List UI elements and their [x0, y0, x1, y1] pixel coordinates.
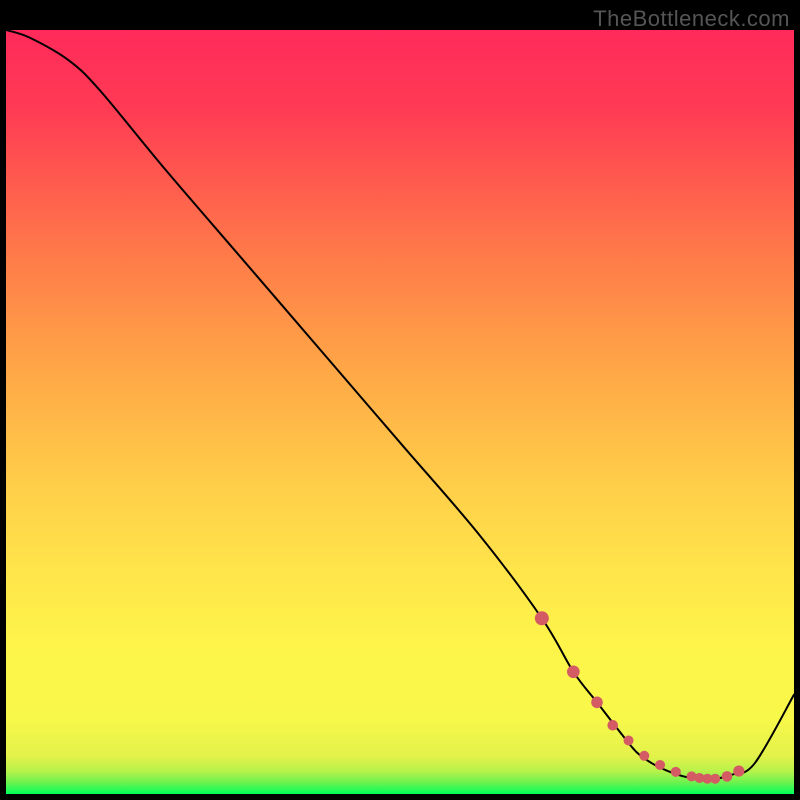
bottleneck-curve — [6, 30, 794, 779]
curve-marker — [624, 736, 634, 746]
curve-marker — [722, 771, 733, 782]
chart-container: TheBottleneck.com — [0, 0, 800, 800]
watermark-text: TheBottleneck.com — [593, 6, 790, 32]
curve-marker — [639, 751, 649, 761]
curve-marker — [655, 760, 665, 770]
curve-marker — [591, 697, 603, 709]
curve-marker — [535, 611, 549, 625]
curve-marker — [710, 774, 720, 784]
curve-markers — [535, 611, 745, 783]
curve-marker — [733, 765, 744, 776]
curve-marker — [607, 720, 618, 731]
curve-marker — [671, 767, 681, 777]
plot-area — [6, 30, 794, 794]
chart-svg — [6, 30, 794, 794]
curve-marker — [567, 665, 580, 678]
